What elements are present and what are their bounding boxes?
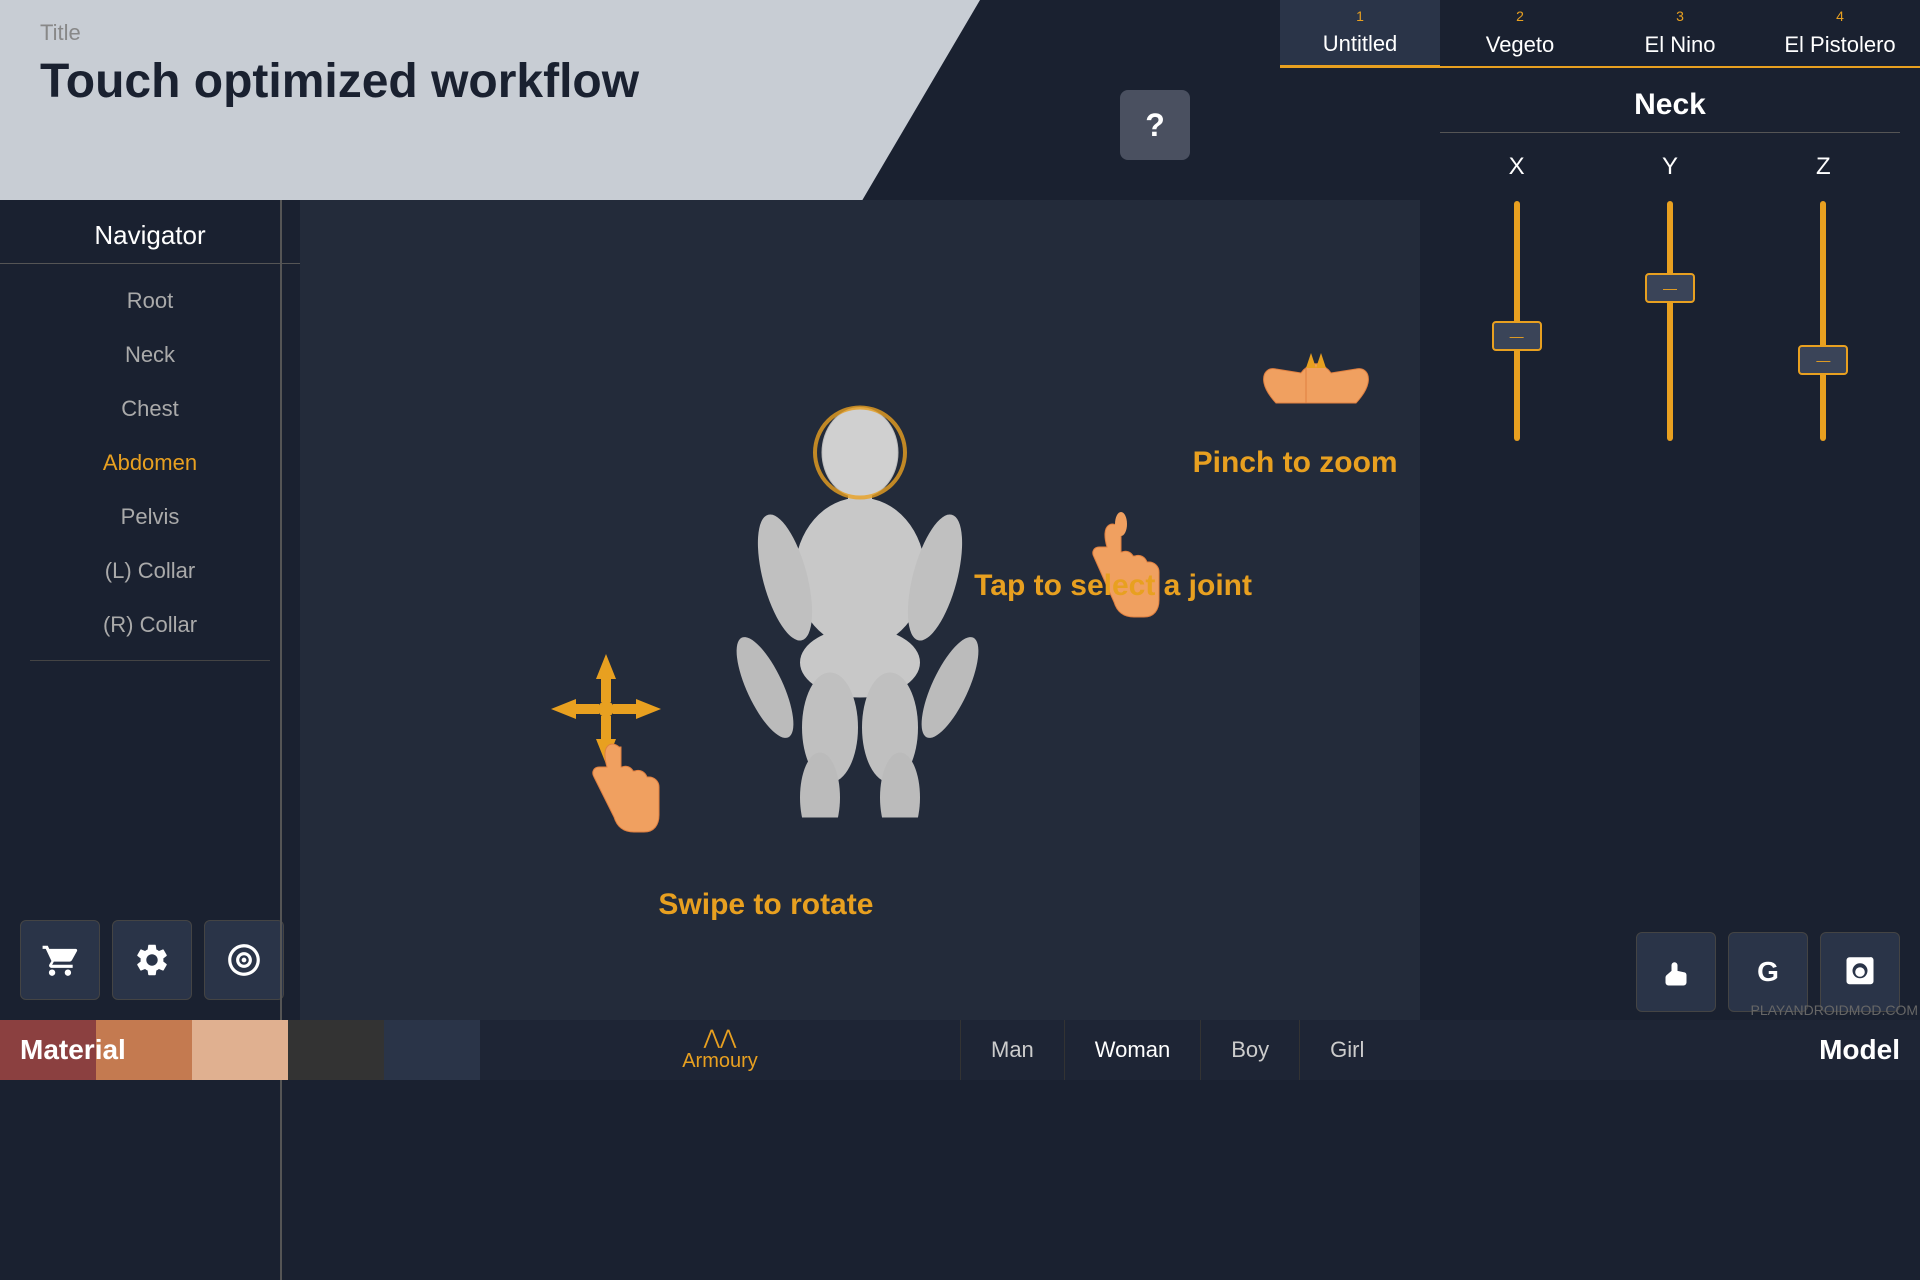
- model-woman[interactable]: Woman: [1064, 1020, 1200, 1080]
- slider-x-thumb[interactable]: [1492, 321, 1542, 351]
- watermark: PLAYANDROIDMOD.COM: [1751, 1002, 1919, 1018]
- slider-y[interactable]: [1630, 201, 1710, 461]
- swatch-4: [288, 1020, 384, 1080]
- axis-z: Z: [1773, 153, 1873, 181]
- hand-swipe: [569, 737, 669, 872]
- axis-y: Y: [1620, 153, 1720, 181]
- nav-divider: [30, 660, 270, 661]
- bottom-right-buttons: G: [1636, 932, 1900, 1012]
- axis-labels: X Y Z: [1440, 153, 1900, 181]
- nav-item-abdomen[interactable]: Abdomen: [0, 436, 300, 490]
- nav-item-root[interactable]: Root: [0, 274, 300, 328]
- hand-icon: [1658, 954, 1694, 990]
- g-button[interactable]: G: [1728, 932, 1808, 1012]
- swatch-5: [384, 1020, 480, 1080]
- cart-button[interactable]: [20, 920, 100, 1000]
- right-panel-title: Neck: [1440, 88, 1900, 133]
- settings-button[interactable]: [112, 920, 192, 1000]
- help-button[interactable]: ?: [1120, 90, 1190, 160]
- slider-x[interactable]: [1477, 201, 1557, 461]
- instruction-pinch: Pinch to zoom: [1193, 446, 1398, 480]
- model-man[interactable]: Man: [960, 1020, 1064, 1080]
- instruction-tap: Tap to select a joint: [974, 569, 1252, 603]
- slider-y-thumb[interactable]: [1645, 273, 1695, 303]
- human-figure: [700, 398, 1020, 823]
- title-banner: Title Touch optimized workflow: [0, 0, 980, 200]
- nav-item-neck[interactable]: Neck: [0, 328, 300, 382]
- swatch-3: [192, 1020, 288, 1080]
- model-options: Man Woman Boy Girl: [960, 1020, 1394, 1080]
- camera-icon: [1842, 954, 1878, 990]
- tab-el-pistolero[interactable]: 4 El Pistolero: [1760, 0, 1920, 68]
- nav-item-pelvis[interactable]: Pelvis: [0, 490, 300, 544]
- tab-untitled[interactable]: 1 Untitled: [1280, 0, 1440, 68]
- material-label: Material: [20, 1034, 126, 1066]
- target-icon: [225, 941, 263, 979]
- instruction-swipe: Swipe to rotate: [658, 888, 873, 922]
- model-boy[interactable]: Boy: [1200, 1020, 1299, 1080]
- bottom-left-buttons: [20, 920, 284, 1000]
- armoury-chevron: ⋀⋀: [704, 1028, 737, 1048]
- material-bar: Material: [0, 1020, 480, 1080]
- nav-item-l-collar[interactable]: (L) Collar: [0, 544, 300, 598]
- tab-vegeto[interactable]: 2 Vegeto: [1440, 0, 1600, 68]
- cart-icon: [41, 941, 79, 979]
- navigator: Navigator Root Neck Chest Abdomen Pelvis…: [0, 200, 300, 689]
- model-label: Model: [1819, 1034, 1920, 1066]
- nav-item-chest[interactable]: Chest: [0, 382, 300, 436]
- right-panel: Neck X Y Z: [1420, 68, 1920, 1020]
- axis-x: X: [1467, 153, 1567, 181]
- model-bar: Man Woman Boy Girl Model: [960, 1020, 1920, 1080]
- armoury-label: Armoury: [682, 1050, 758, 1073]
- settings-icon: [133, 941, 171, 979]
- title-main: Touch optimized workflow: [40, 54, 940, 109]
- camera-button[interactable]: [1820, 932, 1900, 1012]
- sliders-row: [1440, 191, 1900, 471]
- nav-item-r-collar[interactable]: (R) Collar: [0, 598, 300, 652]
- viewport[interactable]: Tap to select a joint Swipe to rotate Pi…: [300, 200, 1420, 1020]
- target-button[interactable]: [204, 920, 284, 1000]
- hand-button[interactable]: [1636, 932, 1716, 1012]
- tab-bar: 1 Untitled 2 Vegeto 3 El Nino 4 El Pisto…: [1280, 0, 1920, 68]
- tab-el-nino[interactable]: 3 El Nino: [1600, 0, 1760, 68]
- navigator-title: Navigator: [0, 220, 300, 264]
- armoury-bar[interactable]: ⋀⋀ Armoury: [480, 1020, 960, 1080]
- title-label: Title: [40, 20, 940, 46]
- model-girl[interactable]: Girl: [1299, 1020, 1394, 1080]
- slider-z[interactable]: [1783, 201, 1863, 461]
- slider-z-thumb[interactable]: [1798, 345, 1848, 375]
